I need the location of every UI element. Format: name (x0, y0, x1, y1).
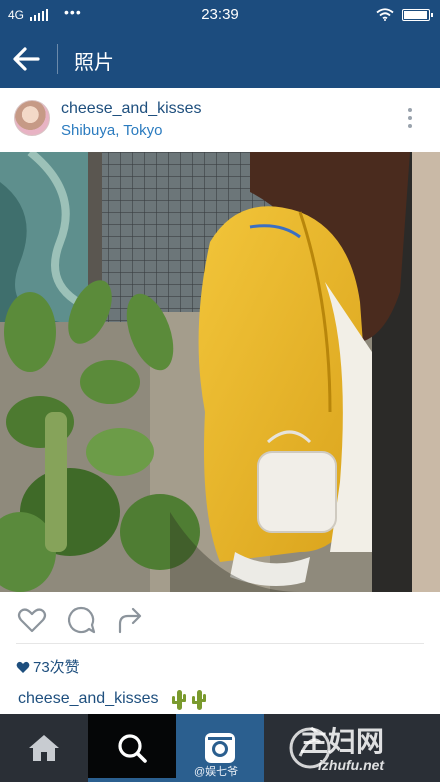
post-photo[interactable] (0, 152, 440, 592)
post-username[interactable]: cheese_and_kisses (61, 100, 202, 118)
arrow-left-icon (13, 47, 40, 71)
watermark-handle: @娱七爷 (194, 766, 239, 778)
cactus-icon (172, 690, 206, 710)
watermark-site-url: izhufu.net (318, 757, 385, 773)
vertical-ellipsis-icon (400, 108, 420, 128)
share-arrow-icon (118, 607, 142, 634)
photo-illustration (0, 152, 440, 592)
wifi-icon (376, 8, 394, 21)
caption-username[interactable]: cheese_and_kisses (18, 690, 159, 708)
more-options-button[interactable] (400, 108, 420, 132)
like-button[interactable] (16, 604, 48, 636)
nav-divider (57, 44, 58, 74)
tab-search[interactable] (88, 714, 176, 782)
tab-home[interactable] (0, 714, 88, 782)
active-tab-indicator (88, 778, 176, 782)
small-heart-icon (16, 661, 30, 673)
share-button[interactable] (114, 604, 146, 636)
avatar[interactable] (14, 100, 50, 136)
comment-button[interactable] (65, 604, 97, 636)
like-count-text: 73次赞 (33, 659, 80, 676)
camera-icon (205, 733, 235, 763)
divider (16, 643, 424, 644)
battery-level (404, 10, 427, 19)
heart-icon (17, 608, 47, 633)
post-actions (0, 600, 440, 640)
like-count[interactable]: 73次赞 (16, 656, 80, 677)
page-title: 照片 (74, 52, 114, 74)
nav-header: 照片 (0, 30, 440, 88)
back-button[interactable] (10, 43, 46, 75)
battery-icon (402, 8, 433, 21)
status-bar: 4G ••• 23:39 (0, 0, 440, 30)
comment-bubble-icon (67, 606, 96, 634)
cactus-emoji (170, 688, 210, 710)
post-header: cheese_and_kisses Shibuya, Tokyo (0, 88, 440, 152)
home-icon (29, 735, 59, 761)
system-icons (376, 8, 433, 21)
search-icon (118, 734, 147, 763)
watermark-site-name: 主妇网 (300, 726, 385, 757)
post-location[interactable]: Shibuya, Tokyo (61, 122, 162, 139)
clock: 23:39 (201, 6, 239, 23)
